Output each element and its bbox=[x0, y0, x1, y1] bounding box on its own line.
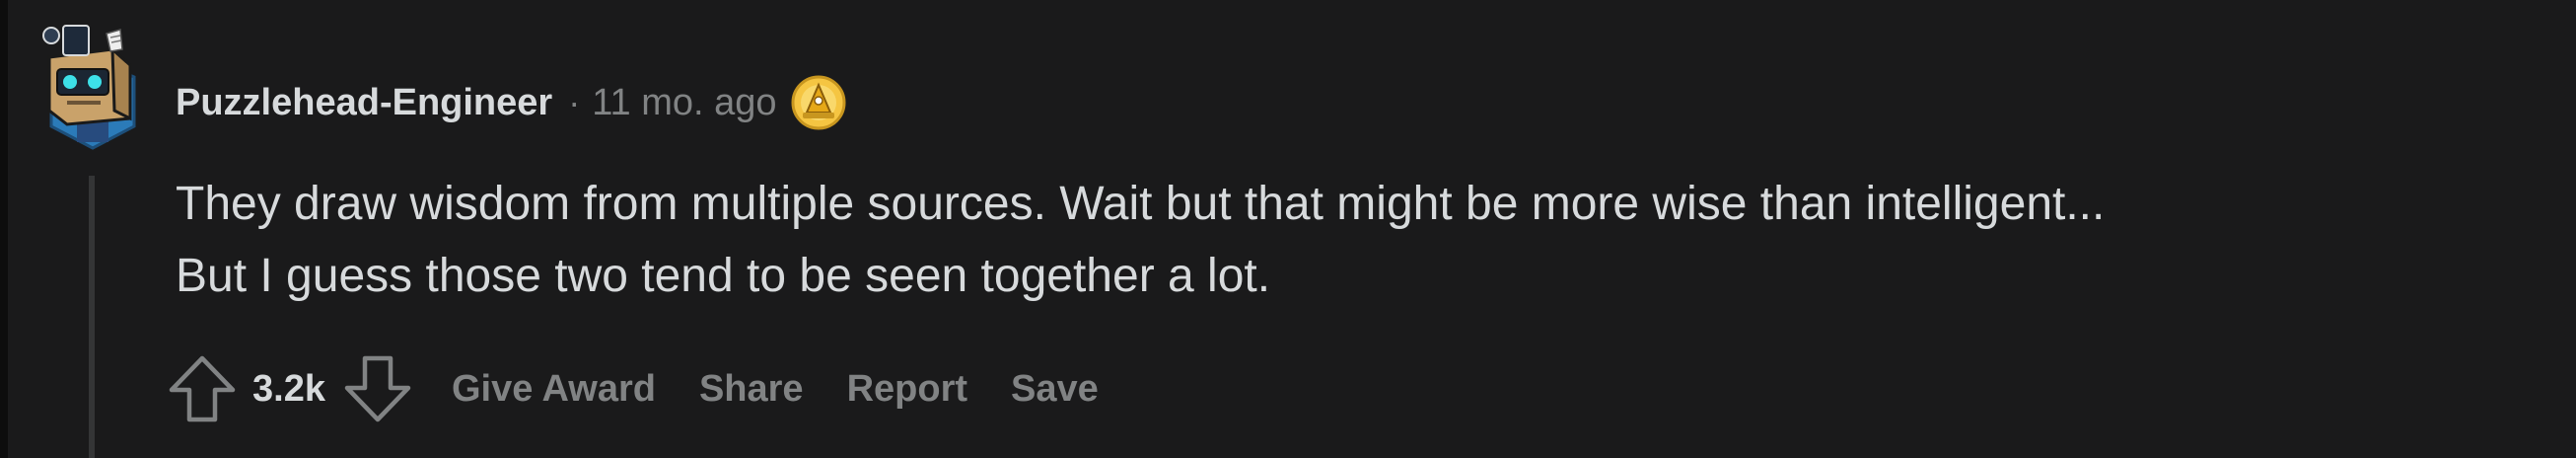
give-award-button[interactable]: Give Award bbox=[452, 368, 656, 411]
comment-body-line: They draw wisdom from multiple sources. … bbox=[176, 178, 2106, 230]
user-avatar[interactable] bbox=[37, 20, 148, 152]
comment-timestamp[interactable]: 11 mo. ago bbox=[592, 82, 776, 124]
save-button[interactable]: Save bbox=[1011, 368, 1099, 411]
upvote-icon[interactable] bbox=[166, 352, 239, 425]
gold-award-icon[interactable] bbox=[789, 73, 848, 132]
report-button[interactable]: Report bbox=[847, 368, 967, 411]
downvote-icon[interactable] bbox=[341, 352, 414, 425]
separator-dot: · bbox=[568, 82, 581, 122]
comment-header: Puzzlehead-Engineer · 11 mo. ago bbox=[176, 73, 848, 132]
share-button[interactable]: Share bbox=[699, 368, 804, 411]
thread-line[interactable] bbox=[89, 176, 95, 458]
comment-body-line: But I guess those two tend to be seen to… bbox=[176, 250, 1271, 302]
author-username[interactable]: Puzzlehead-Engineer bbox=[176, 82, 552, 124]
vote-score: 3.2k bbox=[252, 367, 325, 410]
page-edge bbox=[0, 0, 8, 458]
comment-actions: 3.2k Give Award Share Report Save bbox=[166, 351, 1099, 426]
comment-body: They draw wisdom from multiple sources. … bbox=[176, 168, 2105, 312]
